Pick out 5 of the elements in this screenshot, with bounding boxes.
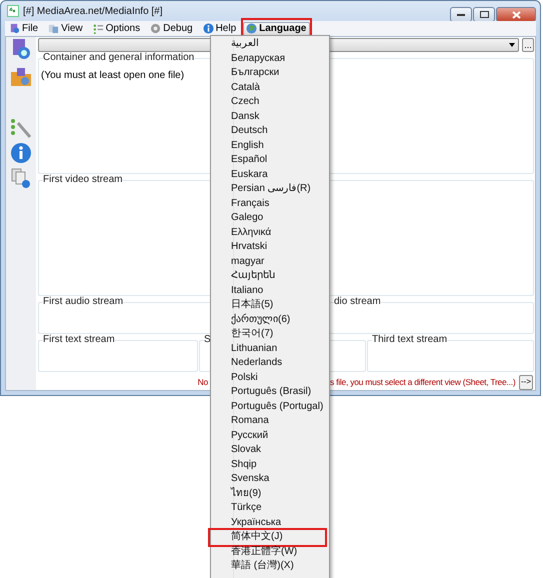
info-message: (You must at least open one file): [41, 70, 184, 81]
status-text: s file, you must select a different view (Sheet, Tree...): [330, 377, 516, 387]
window-title: [#] MediaArea.net/MediaInfo [#]: [23, 6, 163, 16]
group-title: Container and general information: [43, 52, 194, 64]
status-text: No: [198, 377, 208, 387]
